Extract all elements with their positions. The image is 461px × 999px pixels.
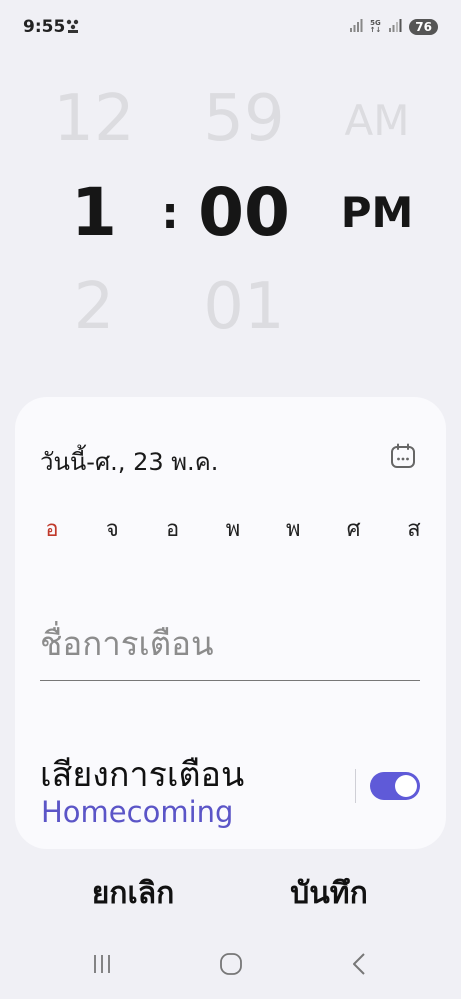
weekday-5[interactable]: ศ [340,511,368,546]
alarm-settings-card: วันนี้-ศ., 23 พ.ค. อจอพพศส เสียงการเตือน… [15,397,446,849]
weekday-selector: อจอพพศส [38,511,428,546]
calendar-icon[interactable] [390,443,416,469]
weekday-6[interactable]: ส [400,511,428,546]
weekday-4[interactable]: พ [279,511,307,546]
status-bar: 9:55 5G ↑↓ 76 [0,0,461,56]
status-time: 9:55 [23,17,66,37]
alarm-sound-title[interactable]: เสียงการเตือน [40,747,244,801]
ampm-prev[interactable]: AM [335,96,419,145]
minute-prev[interactable]: 59 [197,82,291,156]
toggle-knob [395,775,417,797]
signal-icon [349,17,363,36]
cancel-button[interactable]: ยกเลิก [48,868,218,918]
save-button[interactable]: บันทึก [244,868,414,918]
time-separator: : [161,188,179,239]
minute-selected[interactable]: 00 [197,174,291,251]
hour-prev[interactable]: 12 [52,82,136,156]
alarm-sound-value[interactable]: Homecoming [41,795,233,829]
divider [355,769,356,803]
recent-apps-icon[interactable] [82,948,122,980]
weekday-2[interactable]: อ [159,511,187,546]
signal-icon [388,17,402,36]
time-picker[interactable]: 12 59 AM 1 : 00 PM 2 01 [0,60,461,390]
date-label[interactable]: วันนี้-ศ., 23 พ.ค. [40,442,218,481]
status-indicators: 5G ↑↓ 76 [349,17,438,36]
navigation-bar [0,940,461,988]
weekday-3[interactable]: พ [219,511,247,546]
weekday-0[interactable]: อ [38,511,66,546]
hour-next[interactable]: 2 [52,270,136,344]
minute-next[interactable]: 01 [197,270,291,344]
weekday-1[interactable]: จ [98,511,126,546]
network-5g-icon: 5G ↑↓ [369,19,382,34]
battery-icon: 76 [409,18,438,35]
network-arrows: ↑↓ [369,25,382,34]
ampm-selected[interactable]: PM [335,188,419,237]
home-icon[interactable] [211,948,251,980]
hour-selected[interactable]: 1 [52,174,136,251]
notification-dots-icon [66,19,80,39]
alarm-sound-toggle[interactable] [370,772,420,800]
alarm-name-input[interactable] [40,615,420,681]
back-icon[interactable] [340,948,380,980]
